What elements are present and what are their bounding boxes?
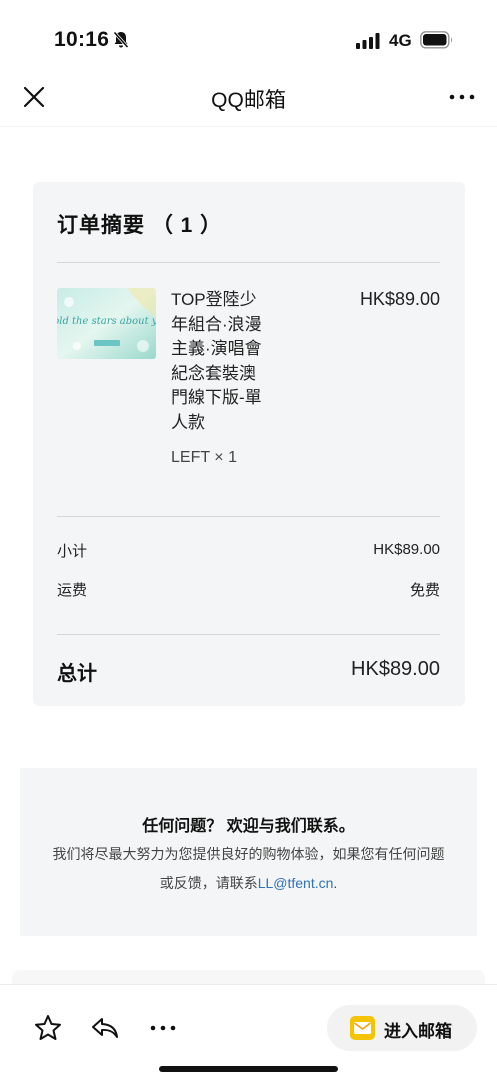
product-thumbnail[interactable]: I told the stars about you: [57, 288, 156, 359]
open-mailbox-label: 进入邮箱: [384, 1022, 452, 1041]
nav-bar: QQ邮箱: [0, 70, 497, 127]
home-indicator: [159, 1066, 338, 1072]
contact-title: 任何问题？ 欢迎与我们联系。: [142, 818, 355, 835]
shipping-label: 运费: [57, 582, 88, 599]
mail-icon: [350, 1016, 375, 1040]
bottom-toolbar: 进入邮箱: [0, 984, 497, 1081]
contact-text: 我们将尽最大努力为您提供良好的购物体验，如果您有任何问题 或反馈，请联系LL@t…: [32, 840, 465, 898]
contact-email-link[interactable]: LL@tfent.cn: [258, 875, 334, 891]
contact-text-line2: 或反馈，请联系LL@tfent.cn.: [32, 869, 465, 898]
battery-icon: [420, 31, 452, 49]
contact-text-prefix: 或反馈，请联系: [159, 875, 258, 891]
status-time: 10:16: [54, 28, 110, 51]
status-bar: 10:16 4G: [0, 0, 497, 70]
reply-icon[interactable]: [90, 1013, 120, 1043]
signal-icon: [356, 33, 380, 49]
more-actions-icon[interactable]: [148, 1013, 178, 1043]
order-summary-title: 订单摘要 （ 1 ）: [57, 214, 223, 237]
order-summary-card: 订单摘要 （ 1 ） I told the stars about you TO…: [33, 182, 465, 706]
bell-muted-icon: [113, 31, 129, 49]
product-price: HK$89.00: [359, 289, 440, 309]
open-mailbox-button[interactable]: 进入邮箱: [327, 1005, 477, 1051]
thumb-text: I told the stars about you: [57, 316, 156, 327]
total-label: 总计: [57, 663, 97, 685]
total-value: HK$89.00: [351, 658, 440, 680]
star-icon[interactable]: [33, 1013, 63, 1043]
subtotal-label: 小计: [57, 543, 88, 560]
page-title: QQ邮箱: [211, 89, 286, 112]
contact-box: 任何问题？ 欢迎与我们联系。 我们将尽最大努力为您提供良好的购物体验，如果您有任…: [20, 768, 477, 936]
product-image: I told the stars about you: [57, 288, 156, 359]
more-options-icon[interactable]: [448, 84, 476, 110]
contact-text-suffix: .: [333, 875, 338, 891]
product-variant: LEFT × 1: [171, 449, 237, 466]
shipping-value: 免费: [409, 582, 440, 599]
subtotal-value: HK$89.00: [373, 541, 440, 558]
divider: [57, 516, 440, 517]
contact-text-line1: 我们将尽最大努力为您提供良好的购物体验，如果您有任何问题: [52, 846, 445, 862]
divider: [57, 634, 440, 635]
network-label: 4G: [389, 31, 412, 50]
divider: [57, 262, 440, 263]
product-name: TOP登陸少年組合·浪漫主義·演唱會紀念套裝澳門線下版-單人款: [171, 290, 262, 432]
